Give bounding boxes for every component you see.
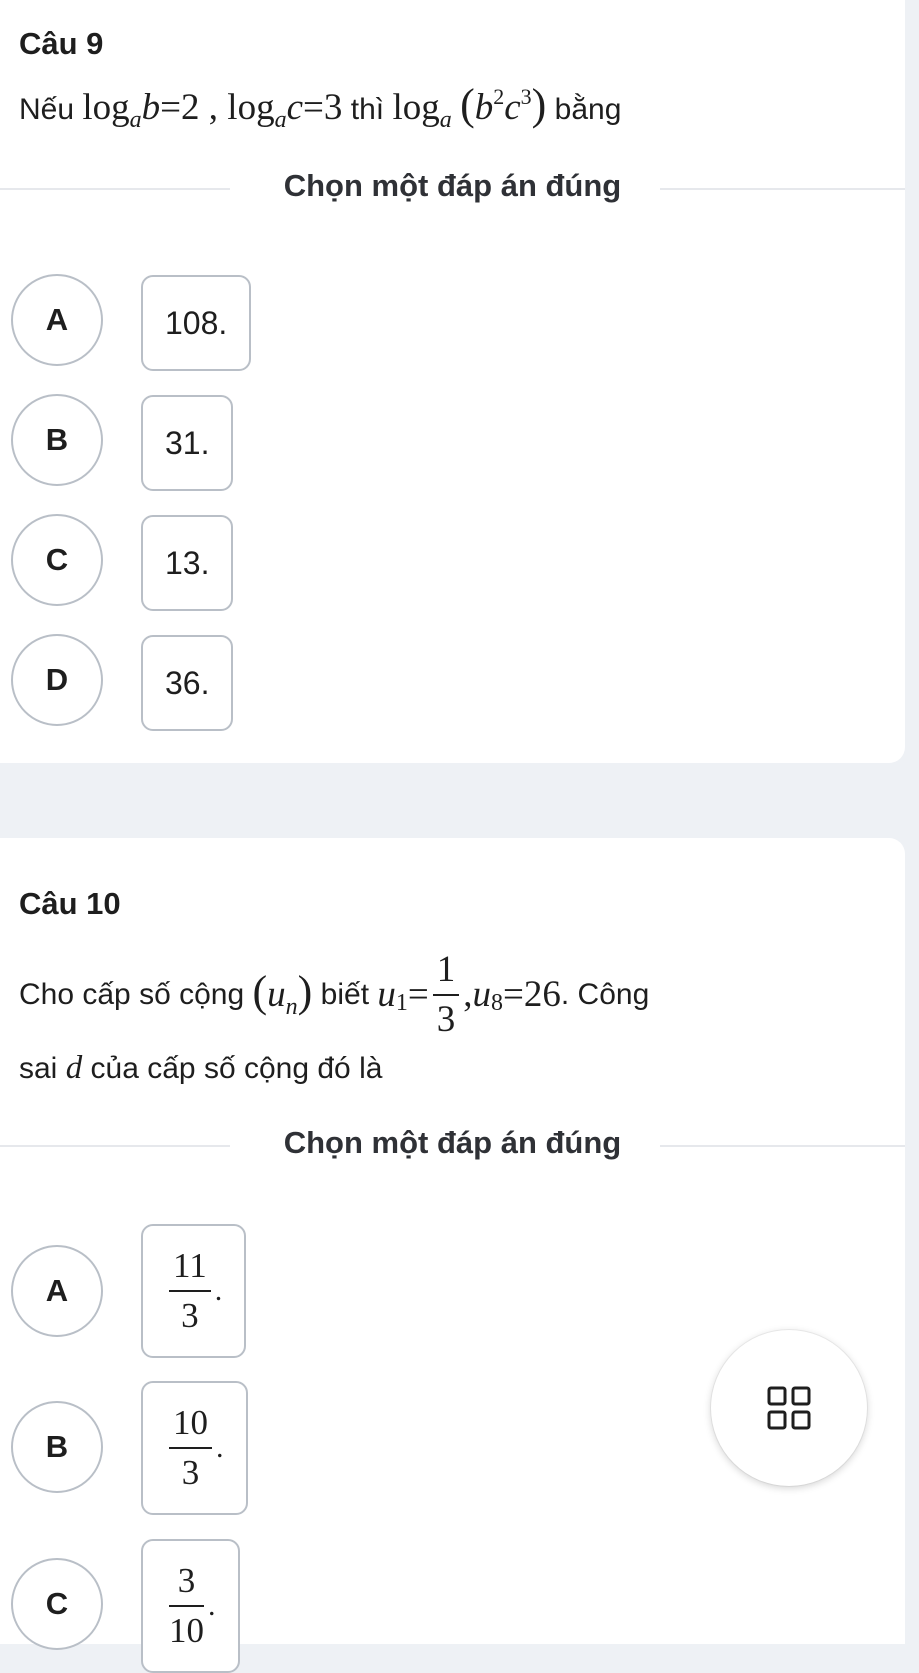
question-card-10: Câu 10 Cho cấp số cộng (un) biết u 1 = 13 … [0,838,905,1673]
question-card-9: Câu 9 Nếu logab=2 , logac=3 thì loga (b2… [0,0,905,763]
option-fraction: 10 3 [169,1401,212,1495]
option-letter[interactable]: C [11,1558,103,1650]
math-expression: u 1 = 13 , u 8 =26 [377,949,561,1040]
math-expression: loga (b2c3) [392,80,547,134]
option-answer-box[interactable]: 31. [141,395,234,491]
question-text: Nếu logab=2 , logac=3 thì loga (b2c3) bằ… [19,80,622,134]
option-answer-box[interactable]: 108. [141,275,252,371]
choose-answer-label: Chọn một đáp án đúng [265,1125,640,1160]
option-answer-box[interactable]: 36. [141,635,234,731]
option-text: 13. [165,544,210,581]
option-letter[interactable]: C [11,514,103,606]
option-text: 31. [165,424,210,461]
option-fraction: 11 3 [169,1244,211,1338]
section-divider: Chọn một đáp án đúng [0,1125,905,1160]
question-text-suffix: bằng [554,93,622,126]
question-text-line-1: Cho cấp số cộng (un) biết u 1 = 13 , u 8 =26… [19,949,650,1040]
question-title: Câu 10 [19,886,121,921]
question-text-rest: của cấp số cộng đó là [90,1052,383,1085]
question-text-sai: sai [19,1052,58,1085]
option-answer-box[interactable]: 11 3. [141,1224,247,1358]
option-text: 36. [165,664,210,701]
section-divider: Chọn một đáp án đúng [0,168,905,203]
grid-icon [767,1386,811,1430]
option-fraction: 3 10 [169,1561,204,1650]
choose-answer-label: Chọn một đáp án đúng [265,168,640,203]
question-text-prefix: Nếu [19,93,75,126]
math-expression: (un) [252,966,313,1020]
question-text-then: thì [350,93,385,126]
option-answer-box[interactable]: 10 3. [141,1381,248,1515]
option-letter[interactable]: A [11,1245,103,1337]
option-letter[interactable]: D [11,634,103,726]
question-grid-button[interactable] [711,1330,867,1486]
option-letter[interactable]: B [11,1401,103,1493]
question-text-line-2: sai d của cấp số cộng đó là [19,1048,382,1089]
option-text: 108. [165,304,228,341]
option-letter[interactable]: B [11,394,103,486]
question-text-prefix: Cho cấp số cộng [19,978,245,1011]
question-text-knows: biết [320,978,370,1011]
option-letter[interactable]: A [11,274,103,366]
variable-d: d [65,1050,83,1086]
question-title: Câu 9 [19,26,104,61]
question-text-suffix: . Công [560,978,650,1011]
math-expression: logab=2 , logac=3 [82,87,343,134]
option-answer-box[interactable]: 3 10. [141,1539,240,1673]
option-answer-box[interactable]: 13. [141,515,234,611]
